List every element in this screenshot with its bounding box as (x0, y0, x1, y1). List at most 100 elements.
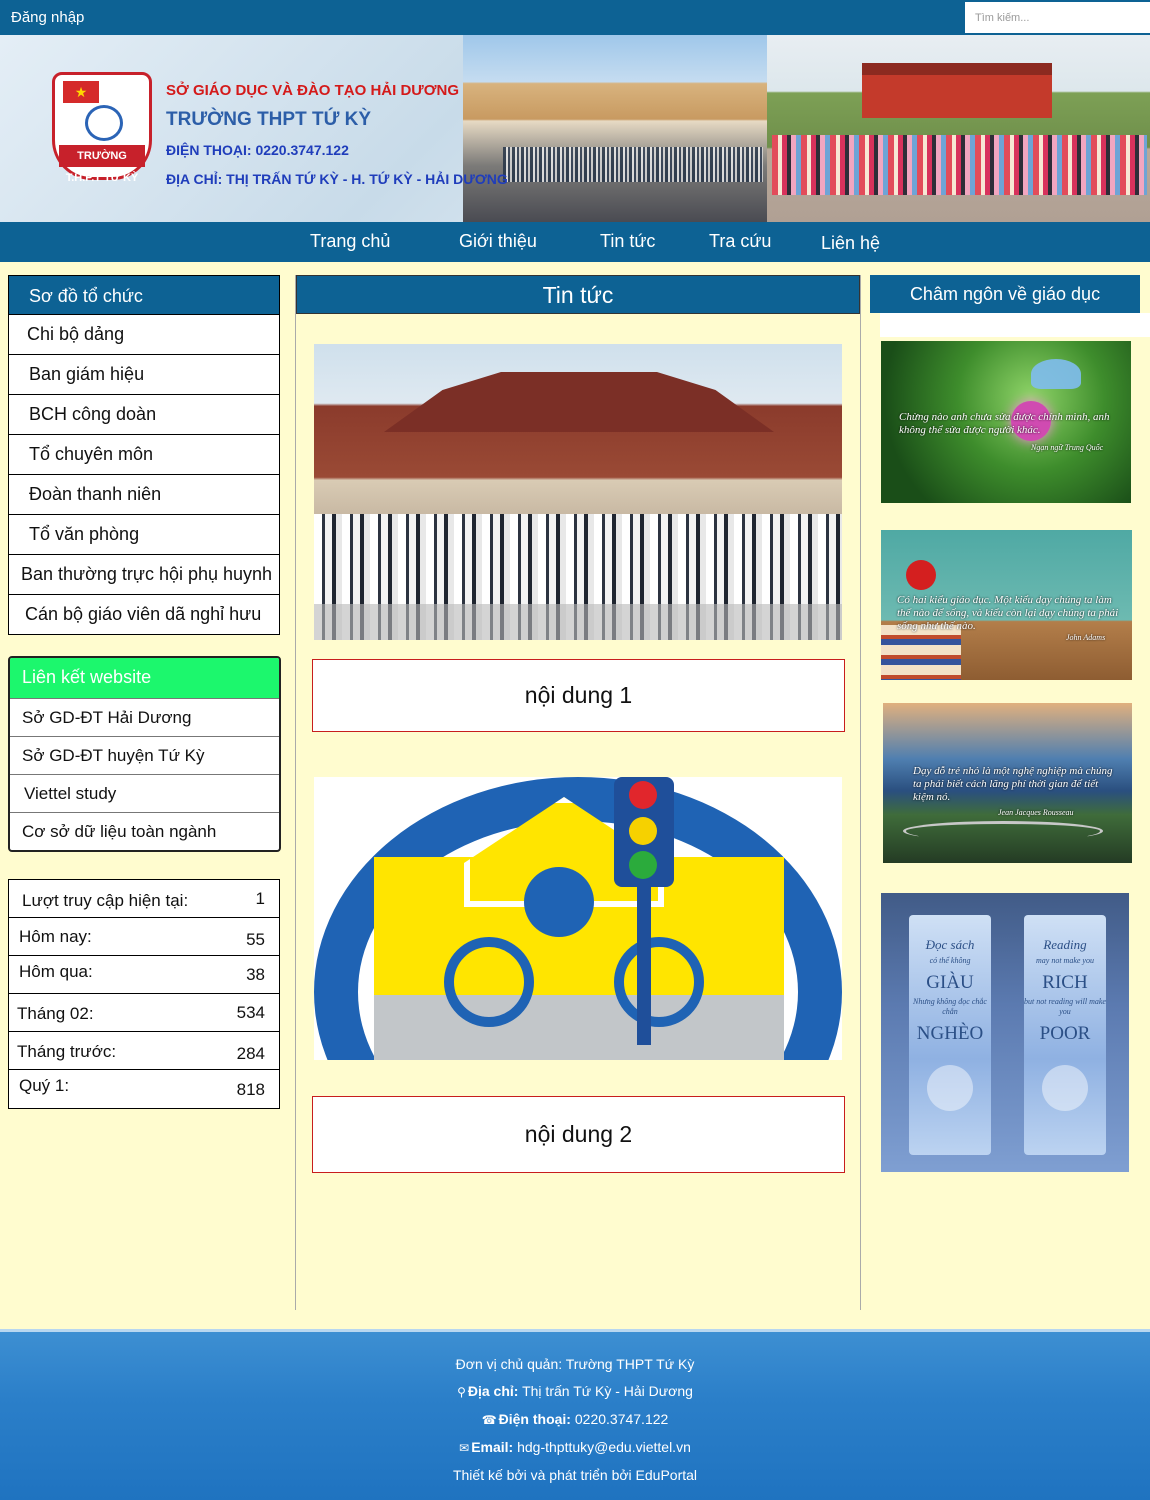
bookmark-text: RICH (1042, 972, 1088, 993)
apple-icon (906, 560, 936, 590)
stat-value: 38 (246, 965, 265, 984)
quote-text: Chừng nào anh chưa sửa được chính mình, … (899, 411, 1110, 436)
quotes-title: Châm ngôn về giáo dục (870, 275, 1140, 313)
school-phone: ĐIỆN THOẠI: 0220.3747.122 (166, 142, 349, 158)
school-address: ĐỊA CHỈ: THỊ TRẤN TỨ KỲ - H. TỨ KỲ - HẢI… (166, 171, 508, 187)
stat-row: Tháng trước: 284 (9, 1032, 279, 1070)
bookmark-text: but not reading will make you (1024, 997, 1106, 1016)
footer-email: ✉ Email: hdg-thpttuky@edu.viettel.vn (0, 1439, 1150, 1455)
org-item-office[interactable]: Tổ văn phòng (8, 515, 280, 555)
bookmark-text: NGHÈO (916, 1023, 984, 1044)
footer: Đơn vị chủ quản: Trường THPT Tứ Kỳ ⚲ Địa … (0, 1329, 1150, 1500)
phone-icon: ☎ (481, 1413, 497, 1427)
books-icon (881, 625, 961, 680)
stat-value: 284 (236, 1044, 265, 1063)
org-item-departments[interactable]: Tổ chuyên môn (8, 435, 280, 475)
bookmark-vietnamese: Đọc sách có thể không GIÀU Nhưng không đ… (909, 915, 991, 1155)
header-banner: ★ TRƯỜNG T.H.P.T TỨ KỲ SỞ GIÁO DỤC VÀ ĐÀ… (0, 35, 1150, 222)
news-title: Tin tức (296, 275, 860, 314)
quote-image-apple-books: Có hai kiểu giáo dục. Một kiểu dạy chúng… (881, 530, 1132, 680)
link-item-education-database[interactable]: Cơ sở dữ liệu toàn ngành (10, 812, 279, 850)
stat-row: Quý 1: 818 (9, 1070, 279, 1108)
quote-image-butterfly: Chừng nào anh chưa sửa được chính mình, … (881, 341, 1131, 503)
org-item-party-cell[interactable]: Chi bộ dảng (8, 315, 280, 355)
map-marker-icon: ⚲ (457, 1385, 466, 1399)
footer-email-label: Email: (471, 1439, 514, 1455)
nav-item-home[interactable]: Trang chủ (310, 231, 390, 252)
top-bar: Đăng nhập (0, 0, 1150, 35)
stat-value: 818 (236, 1080, 265, 1099)
traffic-light-icon (614, 777, 674, 887)
nav-item-contact[interactable]: Liên hệ (821, 233, 880, 254)
quote-text: Có hai kiểu giáo dục. Một kiểu dạy chúng… (897, 594, 1119, 632)
quotes-spacer (880, 313, 1150, 337)
org-item-union[interactable]: BCH công doàn (8, 395, 280, 435)
news-image-students-at-temple[interactable] (314, 344, 842, 640)
bookmark-text: có thể không (929, 956, 971, 965)
atom-icon (85, 105, 123, 141)
org-item-youth-union[interactable]: Đoàn thanh niên (8, 475, 280, 515)
stat-label: Tháng 02: (17, 1004, 94, 1023)
stat-label: Tháng trước: (17, 1042, 117, 1061)
school-logo: ★ TRƯỜNG T.H.P.T TỨ KỲ (52, 72, 152, 184)
footer-phone-label: Điện thoại: (498, 1411, 571, 1427)
school-name: TRƯỜNG THPT TỨ KỲ (166, 109, 372, 130)
link-item-hai-duong-doe[interactable]: Sở GD-ĐT Hải Dương (10, 698, 279, 736)
quote-author: Ngạn ngữ Trung Quốc (1031, 443, 1104, 452)
logo-text: TRƯỜNG T.H.P.T TỨ KỲ (59, 145, 145, 184)
org-item-parents-association[interactable]: Ban thường trực hội phụ huynh (8, 555, 280, 595)
quote-author: John Adams (1066, 633, 1106, 642)
link-item-tu-ky-doe[interactable]: Sở GD-ĐT huyện Tứ Kỳ (10, 736, 279, 774)
nav-item-news[interactable]: Tin tức (600, 231, 655, 252)
footer-address: ⚲ Địa chỉ: Thị trấn Tứ Kỳ - Hải Dương (0, 1383, 1150, 1399)
teachers-group-photo (767, 35, 1150, 222)
stat-value: 534 (236, 1003, 265, 1022)
stat-row: Hôm nay: 55 (9, 918, 279, 956)
bookmark-english: Reading may not make you RICH but not re… (1024, 915, 1106, 1155)
quote-text: Dạy dỗ trẻ nhỏ là một nghệ nghiệp mà chú… (913, 765, 1113, 803)
org-item-board[interactable]: Ban giám hiệu (8, 355, 280, 395)
nav-item-lookup[interactable]: Tra cứu (709, 231, 771, 252)
stat-label: Hôm qua: (19, 962, 93, 981)
footer-phone-value: 0220.3747.122 (574, 1411, 669, 1427)
dove-icon (1042, 1065, 1088, 1111)
butterfly-icon (1031, 359, 1081, 389)
search-input[interactable] (965, 2, 1150, 33)
quote-image-bookmarks: Đọc sách có thể không GIÀU Nhưng không đ… (881, 893, 1129, 1172)
news-panel: Tin tức nội dung 1 nội dung 2 (295, 275, 861, 1310)
news-content-2[interactable]: nội dung 2 (312, 1096, 845, 1173)
footer-email-link[interactable]: hdg-thpttuky@edu.viettel.vn (517, 1439, 691, 1455)
school-assembly-photo (463, 35, 767, 222)
footer-phone: ☎ Điện thoại: 0220.3747.122 (0, 1411, 1150, 1427)
website-links-title: Liên kết website (10, 658, 279, 698)
bookmark-text: GIÀU (926, 972, 974, 993)
org-chart-list: Chi bộ dảng Ban giám hiệu BCH công doàn … (8, 315, 280, 635)
stat-label: Lượt truy cập hiện tại: (22, 891, 189, 910)
org-item-retired-staff[interactable]: Cán bộ giáo viên dã nghỉ hưu (8, 595, 280, 635)
footer-credit: Thiết kế bởi và phát triển bởi EduPortal (452, 1467, 698, 1483)
news-image-traffic-safety-logo[interactable] (314, 777, 842, 1060)
login-link[interactable]: Đăng nhập (11, 9, 84, 26)
stat-label: Hôm nay: (19, 927, 92, 946)
org-chart-title: Sơ đồ tổ chức (8, 275, 280, 315)
stat-row: Hôm qua: 38 (9, 956, 279, 994)
footer-address-label: Địa chỉ: (467, 1383, 519, 1399)
quote-author: Jean Jacques Rousseau (998, 808, 1074, 817)
visitor-stats: Lượt truy cập hiện tại: 1 Hôm nay: 55 Hô… (8, 879, 280, 1109)
main-nav: Trang chủ Giới thiệu Tin tức Tra cứu Liê… (0, 222, 1150, 262)
news-content-1[interactable]: nội dung 1 (312, 659, 845, 732)
bookmark-text: Reading (1043, 937, 1087, 952)
flag-icon: ★ (63, 81, 99, 103)
bookmark-text: Đọc sách (925, 937, 975, 952)
nav-item-about[interactable]: Giới thiệu (459, 231, 537, 252)
bookmark-text: POOR (1039, 1023, 1091, 1044)
bookmark-text: may not make you (1036, 956, 1094, 965)
bookmark-text: Nhưng không đọc chắc chắn (913, 997, 987, 1016)
stat-value: 1 (255, 889, 265, 908)
link-item-viettel-study[interactable]: Viettel study (10, 774, 279, 812)
quote-image-mountain-road: Dạy dỗ trẻ nhỏ là một nghệ nghiệp mà chú… (883, 703, 1132, 863)
stat-row: Lượt truy cập hiện tại: 1 (9, 880, 279, 918)
dove-icon (927, 1065, 973, 1111)
website-links-panel: Liên kết website Sở GD-ĐT Hải Dương Sở G… (8, 656, 281, 852)
footer-address-value: Thị trấn Tứ Kỳ - Hải Dương (522, 1383, 693, 1399)
